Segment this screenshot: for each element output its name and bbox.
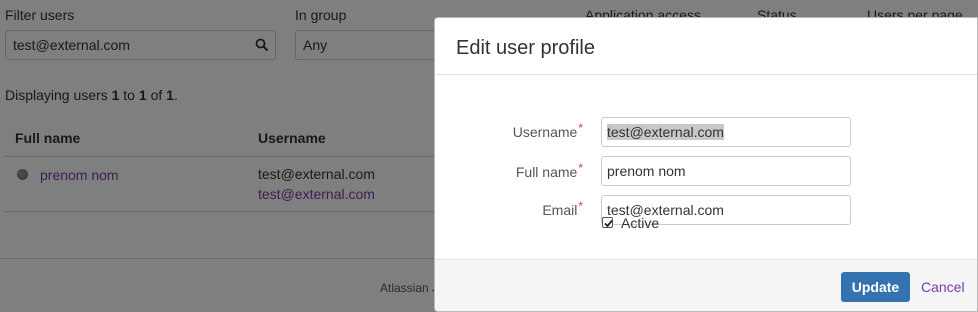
full-name-field[interactable]: prenom nom <box>601 156 851 186</box>
username-field[interactable]: test@external.com <box>601 117 851 147</box>
email-label: Email* <box>542 199 583 218</box>
active-label[interactable]: Active <box>621 215 659 231</box>
update-button[interactable]: Update <box>841 272 910 302</box>
active-checkbox[interactable] <box>602 217 613 228</box>
username-value: test@external.com <box>607 124 724 140</box>
edit-user-dialog: Edit user profile Username* test@externa… <box>434 17 978 312</box>
full-name-value: prenom nom <box>607 163 686 179</box>
dialog-footer: Update Cancel <box>435 259 977 311</box>
full-name-label: Full name* <box>515 161 583 180</box>
checkmark-icon <box>604 219 613 228</box>
cancel-link[interactable]: Cancel <box>921 279 965 295</box>
dialog-title: Edit user profile <box>456 37 595 59</box>
dialog-header: Edit user profile <box>435 18 977 75</box>
username-label: Username* <box>512 121 583 140</box>
dialog-body: Username* test@external.com Full name* p… <box>435 75 977 259</box>
